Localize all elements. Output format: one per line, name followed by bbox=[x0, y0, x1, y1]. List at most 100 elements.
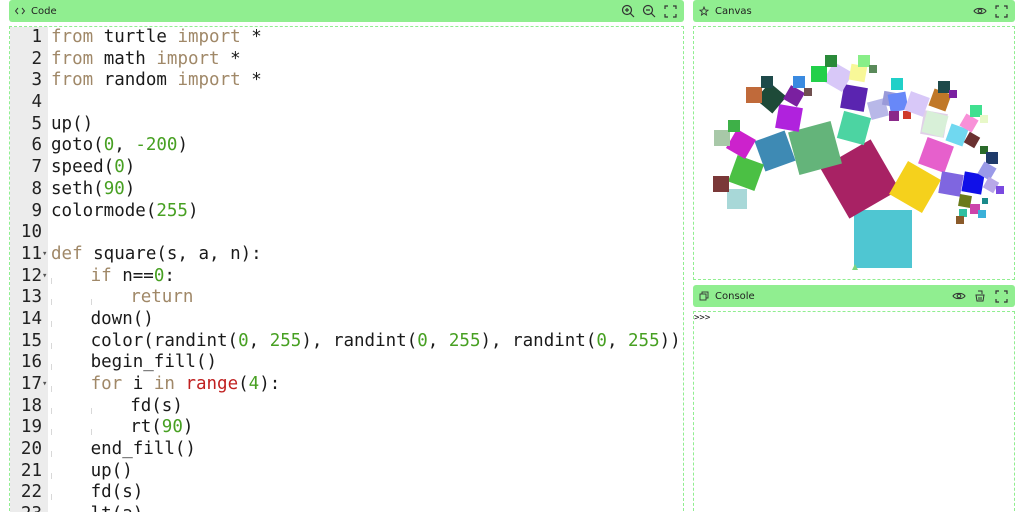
eye-icon[interactable] bbox=[972, 3, 988, 19]
code-text: begin_fill() bbox=[51, 352, 217, 374]
code-line[interactable]: 23 lt(a) bbox=[10, 504, 683, 512]
code-token: import bbox=[177, 27, 241, 47]
code-line[interactable]: 21 up() bbox=[10, 461, 683, 483]
canvas-panel-header: Canvas bbox=[693, 0, 1015, 22]
code-token: def bbox=[51, 243, 83, 264]
line-number: 4 bbox=[31, 92, 42, 113]
fullscreen-icon[interactable] bbox=[993, 3, 1009, 19]
code-token: ), randint( bbox=[480, 330, 597, 351]
code-token: from bbox=[51, 27, 94, 47]
line-number: 22 bbox=[20, 482, 42, 503]
eye-icon[interactable] bbox=[951, 288, 967, 304]
code-token: turtle bbox=[93, 27, 178, 47]
code-line[interactable]: 15 color(randint(0, 255), randint(0, 255)… bbox=[10, 331, 683, 353]
fullscreen-icon[interactable] bbox=[993, 288, 1009, 304]
code-panel-title: Code bbox=[31, 5, 57, 17]
code-token: 255 bbox=[269, 330, 302, 351]
code-text: end_fill() bbox=[51, 439, 196, 461]
canvas-panel-title: Canvas bbox=[715, 5, 752, 17]
line-number: 17 bbox=[20, 374, 42, 394]
code-text: for i in range(4): bbox=[51, 374, 280, 396]
code-line[interactable]: 14 down() bbox=[10, 309, 683, 331]
code-panel-header: Code bbox=[9, 0, 684, 22]
zoom-out-icon[interactable] bbox=[641, 3, 657, 19]
code-token: 0 bbox=[417, 330, 428, 351]
code-text: rt(90) bbox=[51, 417, 193, 439]
code-token: color(randint( bbox=[90, 330, 239, 351]
code-token: , bbox=[427, 330, 449, 351]
code-line[interactable]: 22 fd(s) bbox=[10, 482, 683, 504]
code-token: range bbox=[185, 374, 239, 394]
code-token: ( bbox=[238, 374, 249, 394]
code-line[interactable]: 6 goto(0, -200) bbox=[10, 135, 683, 157]
code-line[interactable]: 13 return bbox=[10, 287, 683, 309]
code-text: speed(0) bbox=[51, 157, 135, 179]
code-token: n== bbox=[111, 265, 154, 286]
line-number: 23 bbox=[10, 504, 42, 512]
clear-icon[interactable] bbox=[972, 288, 988, 304]
code-text: fd(s) bbox=[51, 396, 183, 418]
fold-toggle-icon[interactable]: ▾ bbox=[42, 266, 50, 288]
code-line[interactable]: 16 begin_fill() bbox=[10, 352, 683, 374]
console-prompt[interactable]: >>> bbox=[694, 313, 710, 323]
code-line[interactable]: 9 colormode(255) bbox=[10, 201, 683, 223]
code-line[interactable]: 17 ▾ for i in range(4): bbox=[10, 374, 683, 396]
code-token: up() bbox=[51, 113, 94, 134]
code-token: ): bbox=[259, 374, 281, 394]
code-token: ) bbox=[124, 157, 136, 178]
line-number: 19 bbox=[20, 417, 42, 438]
code-line[interactable]: 8 seth(90) bbox=[10, 179, 683, 201]
code-token: random bbox=[93, 70, 178, 91]
code-token: seth( bbox=[51, 178, 104, 199]
canvas-icon bbox=[697, 4, 711, 18]
console-icon bbox=[697, 289, 711, 303]
code-text: fd(s) bbox=[51, 482, 143, 504]
code-line[interactable]: 7 speed(0) bbox=[10, 157, 683, 179]
code-line[interactable]: 4 bbox=[10, 92, 683, 114]
code-token: 255 bbox=[628, 330, 660, 351]
line-number: 10 bbox=[20, 222, 42, 243]
code-line[interactable]: 11 ▾ def square(s, a, n): bbox=[10, 244, 683, 266]
code-token: i bbox=[122, 374, 154, 394]
fullscreen-icon[interactable] bbox=[662, 3, 678, 19]
code-token: colormode( bbox=[51, 200, 157, 221]
code-token: down() bbox=[90, 308, 154, 329]
code-line[interactable]: 3 from random import * bbox=[10, 70, 683, 92]
code-token: if bbox=[90, 265, 112, 286]
code-token: 0 bbox=[596, 330, 607, 351]
code-line[interactable]: 5 up() bbox=[10, 114, 683, 136]
zoom-in-icon[interactable] bbox=[620, 3, 636, 19]
line-number: 7 bbox=[31, 157, 42, 178]
code-lines[interactable]: 1 from turtle import * 2 from math import *… bbox=[10, 27, 683, 512]
code-token: 0 bbox=[103, 135, 115, 156]
code-editor[interactable]: 1 from turtle import * 2 from math import *… bbox=[10, 27, 683, 512]
code-token: 4 bbox=[248, 374, 260, 394]
tree-squares bbox=[713, 55, 1004, 268]
fold-toggle-icon[interactable]: ▾ bbox=[42, 244, 50, 266]
code-text: from math import * bbox=[51, 49, 241, 71]
code-text: if n==0: bbox=[51, 266, 175, 288]
code-text: up() bbox=[51, 461, 133, 483]
code-line[interactable]: 18 fd(s) bbox=[10, 396, 683, 418]
code-line[interactable]: 2 from math import * bbox=[10, 49, 683, 71]
code-line[interactable]: 12 ▾ if n==0: bbox=[10, 266, 683, 288]
code-token: fd(s) bbox=[90, 482, 144, 503]
turtle-canvas[interactable] bbox=[694, 27, 1014, 279]
code-line[interactable]: 10 bbox=[10, 222, 683, 244]
code-text: color(randint(0, 255), randint(0, 255), … bbox=[51, 331, 681, 353]
code-text: seth(90) bbox=[51, 179, 135, 201]
code-token: 0 bbox=[114, 157, 125, 178]
code-line[interactable]: 19 rt(90) bbox=[10, 417, 683, 439]
line-number: 14 bbox=[20, 308, 42, 329]
code-text: def square(s, a, n): bbox=[51, 244, 262, 266]
fold-toggle-icon[interactable]: ▾ bbox=[42, 374, 50, 396]
line-number: 21 bbox=[20, 460, 42, 481]
code-line[interactable]: 20 end_fill() bbox=[10, 439, 683, 461]
code-token: from bbox=[51, 70, 94, 91]
code-text: down() bbox=[51, 309, 154, 331]
code-token: 90 bbox=[103, 178, 125, 199]
code-line[interactable]: 1 from turtle import * bbox=[10, 27, 683, 49]
code-token: , bbox=[606, 330, 629, 351]
line-number: 16 bbox=[20, 352, 42, 373]
line-number: 6 bbox=[31, 135, 42, 156]
